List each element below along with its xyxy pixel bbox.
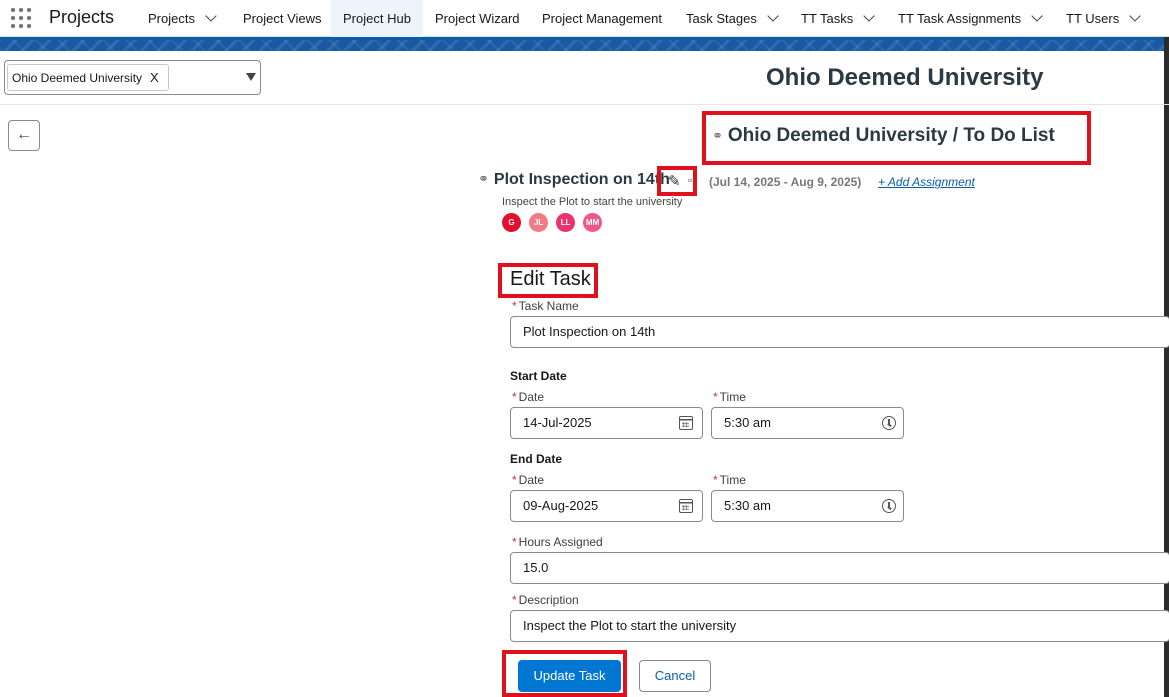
- hours-assigned-label: * Hours Assigned: [512, 535, 603, 549]
- start-time-label: * Time: [713, 390, 746, 404]
- nav-item-projects[interactable]: Projects: [136, 0, 227, 37]
- arrow-left-icon: ←: [16, 126, 32, 143]
- task-name-input[interactable]: Plot Inspection on 14th: [510, 316, 1169, 348]
- link-icon: ⚭: [478, 171, 489, 186]
- delete-trash-icon[interactable]: ▫: [688, 173, 692, 187]
- chevron-down-icon[interactable]: [1031, 10, 1043, 22]
- nav-item-label: TT Task Assignments: [898, 11, 1022, 26]
- required-mark: *: [713, 390, 718, 404]
- nav-item-label: Project Wizard: [435, 11, 520, 26]
- task-date-range: (Jul 14, 2025 - Aug 9, 2025): [709, 175, 862, 189]
- avatar[interactable]: JL: [529, 213, 548, 232]
- task-name-text: Plot Inspection on 14th: [493, 171, 670, 188]
- selected-project-pill: Ohio Deemed University X: [7, 64, 169, 91]
- back-button[interactable]: ←: [8, 120, 40, 151]
- start-date-section-label: Start Date: [510, 369, 567, 383]
- nav-item-label: Projects: [148, 11, 195, 26]
- nav-item-project-hub[interactable]: Project Hub: [331, 0, 423, 37]
- nav-item-project-management[interactable]: Project Management: [530, 0, 674, 37]
- update-task-button[interactable]: Update Task: [518, 660, 621, 692]
- required-mark: *: [512, 299, 517, 313]
- end-time-value: 5:30 am: [724, 498, 771, 513]
- caret-down-icon[interactable]: [246, 73, 256, 81]
- app-launcher-icon[interactable]: [11, 8, 33, 30]
- end-time-input[interactable]: 5:30 am: [711, 490, 904, 522]
- required-mark: *: [512, 390, 517, 404]
- end-date-section-label: End Date: [510, 452, 563, 466]
- remove-selection-button[interactable]: X: [150, 65, 159, 91]
- nav-item-tt-tasks[interactable]: TT Tasks: [789, 0, 885, 37]
- clock-icon[interactable]: [882, 499, 896, 513]
- nav-item-label: TT Tasks: [801, 11, 854, 26]
- required-mark: *: [713, 473, 718, 487]
- header-divider: [0, 104, 1169, 105]
- task-title: ⚭ Plot Inspection on 14th: [478, 171, 670, 189]
- nav-item-label: Task Stages: [686, 11, 757, 26]
- todo-list-title-text: Ohio Deemed University / To Do List: [727, 125, 1055, 146]
- calendar-icon[interactable]: [679, 499, 693, 513]
- avatar[interactable]: LL: [556, 213, 575, 232]
- header-banner-accent: [0, 37, 1169, 40]
- nav-item-tt-users[interactable]: TT Users: [1054, 0, 1151, 37]
- description-input[interactable]: Inspect the Plot to start the university: [510, 610, 1169, 642]
- selected-project-label: Ohio Deemed University: [12, 71, 143, 85]
- label-text: Date: [518, 390, 545, 404]
- chevron-down-icon[interactable]: [205, 10, 217, 22]
- edit-task-heading: Edit Task: [510, 268, 591, 290]
- nav-item-label: Project Hub: [343, 11, 411, 26]
- nav-item-label: TT Users: [1066, 11, 1120, 26]
- nav-item-label: Project Views: [243, 11, 322, 26]
- nav-item-project-views[interactable]: Project Views: [231, 0, 334, 37]
- required-mark: *: [512, 473, 517, 487]
- app-name: Projects: [49, 7, 115, 27]
- end-time-label: * Time: [713, 473, 746, 487]
- nav-item-task-stages[interactable]: Task Stages: [674, 0, 789, 37]
- nav-item-label: Project Management: [542, 11, 662, 26]
- label-text: Task Name: [518, 299, 579, 313]
- avatar[interactable]: G: [502, 213, 521, 232]
- clock-icon[interactable]: [882, 416, 896, 430]
- edit-pencil-icon[interactable]: ✎: [668, 172, 681, 190]
- add-assignment-link[interactable]: + Add Assignment: [878, 175, 975, 189]
- link-icon: ⚭: [712, 128, 723, 143]
- global-nav: Projects Projects Project Views Project …: [0, 0, 1169, 37]
- start-date-value: 14-Jul-2025: [523, 415, 592, 430]
- nav-item-project-wizard[interactable]: Project Wizard: [423, 0, 532, 37]
- label-text: Time: [719, 473, 746, 487]
- label-text: Hours Assigned: [518, 535, 603, 549]
- calendar-icon[interactable]: [679, 416, 693, 430]
- start-time-input[interactable]: 5:30 am: [711, 407, 904, 439]
- task-name-label: * Task Name: [512, 299, 579, 313]
- end-date-value: 09-Aug-2025: [523, 498, 599, 513]
- chevron-down-icon[interactable]: [767, 10, 779, 22]
- hours-assigned-input[interactable]: 15.0: [510, 552, 1169, 584]
- window-edge: [1164, 37, 1169, 697]
- start-date-label: * Date: [512, 390, 544, 404]
- end-date-input[interactable]: 09-Aug-2025: [510, 490, 703, 522]
- project-select[interactable]: Ohio Deemed University X: [4, 60, 261, 95]
- avatar[interactable]: MM: [583, 213, 602, 232]
- required-mark: *: [512, 593, 517, 607]
- start-date-input[interactable]: 14-Jul-2025: [510, 407, 703, 439]
- cancel-button[interactable]: Cancel: [639, 660, 711, 692]
- chevron-down-icon[interactable]: [1129, 10, 1141, 22]
- chevron-down-icon[interactable]: [863, 10, 875, 22]
- page-title: Ohio Deemed University: [766, 64, 1044, 91]
- end-date-label: * Date: [512, 473, 544, 487]
- description-label: * Description: [512, 593, 579, 607]
- nav-item-tt-task-assignments[interactable]: TT Task Assignments: [886, 0, 1053, 37]
- start-time-value: 5:30 am: [724, 415, 771, 430]
- label-text: Date: [518, 473, 545, 487]
- todo-list-title: ⚭ Ohio Deemed University / To Do List: [712, 125, 1055, 147]
- label-text: Description: [518, 593, 579, 607]
- required-mark: *: [512, 535, 517, 549]
- task-description: Inspect the Plot to start the university: [502, 196, 683, 208]
- label-text: Time: [719, 390, 746, 404]
